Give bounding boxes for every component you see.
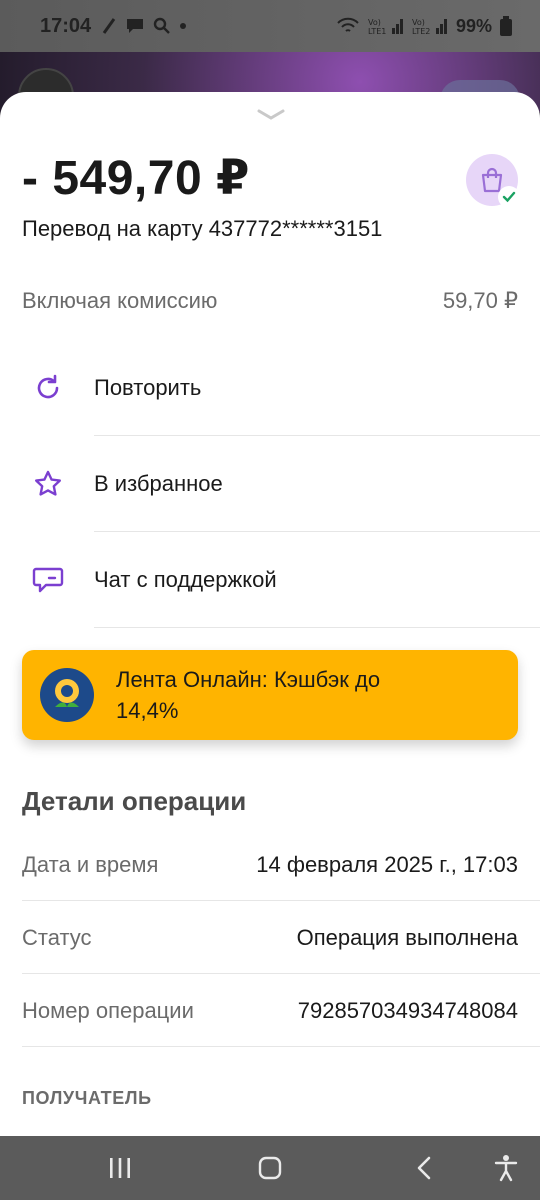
star-icon — [22, 469, 74, 499]
accessibility-icon — [494, 1155, 518, 1182]
category-badge — [466, 154, 520, 208]
detail-key: Статус — [22, 924, 92, 950]
divider — [22, 1046, 540, 1047]
promo-banner[interactable]: Лента Онлайн: Кэшбэк до 14,4% — [22, 650, 518, 740]
search-icon — [153, 17, 171, 34]
sheet-handle-chevron-icon[interactable] — [256, 108, 286, 122]
svg-text:LTE1: LTE1 — [368, 27, 386, 36]
detail-key: Дата и время — [22, 851, 159, 877]
detail-row-status: Статус Операция выполнена — [0, 901, 540, 974]
battery-percent: 99% — [455, 15, 492, 36]
recipient-title: ПОЛУЧАТЕЛЬ — [22, 1088, 152, 1108]
favorite-label: В избранное — [94, 471, 223, 496]
commission-label: Включая комиссию — [22, 288, 218, 313]
operation-sheet: - 549,70 ₽ Перевод на карту 437772******… — [0, 92, 540, 1136]
divider — [94, 627, 540, 628]
back-icon — [417, 1156, 431, 1180]
support-chat-label: Чат с поддержкой — [94, 567, 277, 592]
status-right-icons: Vo) LTE1 Vo) LTE2 99% — [336, 16, 512, 37]
commission-row: Включая комиссию 59,70 ₽ — [22, 288, 518, 314]
checkmark-icon — [502, 191, 516, 203]
repeat-icon — [22, 373, 74, 403]
home-icon — [258, 1156, 282, 1180]
detail-value: Операция выполнена — [296, 924, 518, 950]
home-button[interactable] — [240, 1136, 300, 1200]
details-list: Дата и время 14 февраля 2025 г., 17:03 С… — [0, 828, 540, 1047]
add-favorite-button[interactable]: В избранное — [0, 436, 540, 532]
operation-subtitle: Перевод на карту 437772******3151 — [22, 216, 383, 241]
chat-support-icon — [22, 565, 74, 595]
detail-key: Номер операции — [22, 997, 194, 1023]
lte1-signal-icon: Vo)LTE1 — [368, 18, 403, 36]
status-time: 17:04 — [40, 14, 92, 37]
commission-value: 59,70 ₽ — [442, 288, 518, 313]
lenta-logo-icon — [40, 668, 94, 722]
actions-list: Повторить В избранное Чат с поддержкой — [0, 340, 540, 628]
chat-icon — [127, 19, 144, 33]
repeat-button[interactable]: Повторить — [0, 340, 540, 436]
status-bar: 17:04 Vo) LTE1 Vo) LTE2 99% — [0, 0, 540, 52]
system-nav-bar — [0, 1136, 540, 1200]
lte2-signal-icon: Vo)LTE2 — [412, 18, 447, 36]
wifi-icon — [337, 17, 359, 32]
svg-text:LTE2: LTE2 — [412, 27, 430, 36]
recents-icon — [110, 1158, 130, 1178]
accessibility-button[interactable] — [478, 1136, 534, 1200]
detail-value: 14 февраля 2025 г., 17:03 — [256, 851, 518, 877]
status-left-icons — [101, 17, 187, 35]
notification-icon — [102, 18, 116, 34]
repeat-label: Повторить — [94, 375, 202, 400]
detail-value[interactable]: 79285703493474808​4 — [298, 998, 518, 1024]
details-title: Детали операции — [22, 786, 247, 816]
svg-text:Vo): Vo) — [412, 18, 425, 27]
dot-icon — [180, 23, 187, 29]
support-chat-button[interactable]: Чат с поддержкой — [0, 532, 540, 628]
promo-text: Лента Онлайн: Кэшбэк до 14,4% — [116, 667, 381, 723]
recents-button[interactable] — [90, 1136, 150, 1200]
back-button[interactable] — [394, 1136, 454, 1200]
svg-text:Vo): Vo) — [368, 18, 381, 27]
battery-icon — [500, 16, 512, 36]
status-check-badge — [498, 186, 520, 208]
detail-row-operation-number: Номер операции 79285703493474808​4 — [0, 974, 540, 1047]
detail-row-datetime: Дата и время 14 февраля 2025 г., 17:03 — [0, 828, 540, 901]
operation-amount: - 549,70 ₽ — [22, 152, 250, 205]
